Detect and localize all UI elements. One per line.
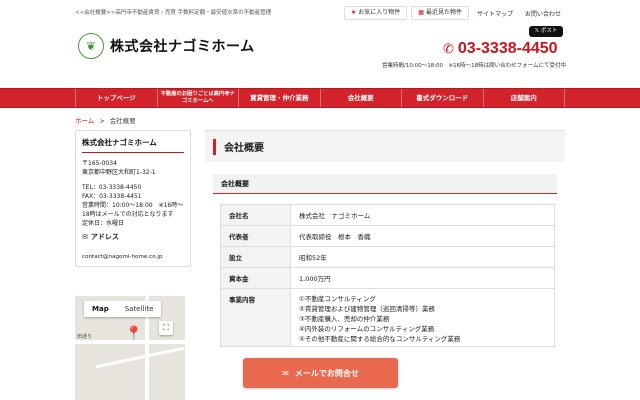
sidebar-hours: 営業時間：10:00〜18:00 ※16時〜18時はメールでの対応となります (82, 202, 184, 218)
recent-button[interactable]: ▦ 最近見た物件 (411, 6, 469, 20)
breadcrumb: ホーム > 会社概要 (75, 117, 136, 125)
google-map[interactable]: Map Satellite ⛶ 田通り 📍 (75, 296, 185, 400)
row-value: 代表取締役 根本 香織 (290, 225, 555, 247)
contact-link[interactable]: お問い合わせ (521, 9, 565, 18)
email-address[interactable]: contact@nagomi-home.co.jp (82, 254, 184, 260)
map-type-tabs: Map Satellite (84, 301, 162, 317)
row-value: 1,000万円 (290, 267, 555, 289)
row-key: 代表者 (220, 225, 291, 247)
row-key: 資本金 (220, 267, 291, 289)
mail-contact-button[interactable]: ✉ メールでお問合せ (243, 358, 398, 388)
envelope-icon: ✉ (282, 368, 289, 378)
site-tagline: <<会社概要>>高円寺不動産賃貸・売買 手数料定額・最安値水準の不動産管理 (75, 10, 272, 16)
star-icon: ★ (350, 9, 357, 16)
nav-rental[interactable]: 賃貸管理・仲介業務 (239, 89, 321, 107)
breadcrumb-current: 会社概要 (109, 117, 136, 125)
mail-icon: ✉ (82, 233, 88, 241)
company-table: 会社名 株式会社 ナゴミホーム 代表者 代表取締役 根本 香織 設立 昭和52年… (220, 204, 555, 347)
row-key: 設立 (220, 246, 291, 268)
table-row: 代表者 代表取締役 根本 香織 (220, 225, 555, 247)
map-tab[interactable]: Map (84, 301, 117, 317)
company-name: 株式会社ナゴミホーム (110, 39, 255, 55)
row-value: 株式会社 ナゴミホーム (290, 204, 555, 226)
row-key: 事業内容 (220, 288, 291, 347)
table-row: 会社名 株式会社 ナゴミホーム (220, 204, 555, 226)
favorites-button[interactable]: ★ お気に入り物件 (343, 6, 408, 20)
table-row: 設立 昭和52年 (220, 246, 555, 268)
postal-code: 〒165-0034 (82, 160, 117, 167)
main-nav: トップページ 不動産のお困りごとは高円寺ナゴミホームへ 賃貸管理・仲介業務 会社… (0, 88, 640, 108)
sidebar: 株式会社ナゴミホーム 〒165-0034 東京都中野区大和町1-32-1 TEL… (75, 130, 191, 267)
address: 東京都中野区大和町1-32-1 (82, 169, 156, 176)
nav-company[interactable]: 会社概要 (321, 89, 402, 107)
table-row: 資本金 1,000万円 (220, 267, 555, 289)
map-street-label: 田通り (77, 334, 93, 340)
fullscreen-icon[interactable]: ⛶ (159, 321, 173, 335)
x-post-button[interactable]: 𝕏 ポスト (529, 26, 563, 37)
row-value: 昭和52年 (290, 246, 555, 268)
map-pin-icon[interactable]: 📍 (125, 326, 142, 342)
nav-download[interactable]: 書式ダウンロード (402, 89, 484, 107)
table-row: 事業内容 ①不動産コンサルティング ②賃貸管理および建物管理（巡回清掃等）業務 … (220, 288, 555, 347)
business-list: ①不動産コンサルティング ②賃貸管理および建物管理（巡回清掃等）業務 ③不動産購… (290, 288, 555, 347)
page-title-bar: 会社概要 (205, 130, 565, 162)
row-key: 会社名 (220, 204, 291, 226)
leaf-logo-icon: ❦ (78, 33, 104, 59)
business-hours: 営業時間/10:00〜18:00 ※16時〜18時は問い合わせフォームにて受付中 (382, 63, 566, 69)
fax: FAX：03-3338-4451 (82, 193, 142, 200)
tel: TEL：03-3338-4450 (82, 184, 142, 191)
page-title: 会社概要 (224, 143, 264, 154)
main-content: 会社概要 会社概要 会社名 株式会社 ナゴミホーム 代表者 代表取締役 根本 香… (205, 130, 565, 347)
top-links: ★ お気に入り物件 ▦ 最近見た物件 サイトマップ お問い合わせ (343, 6, 565, 20)
phone-icon: ✆ (443, 41, 454, 57)
breadcrumb-home[interactable]: ホーム (75, 117, 94, 125)
phone-number[interactable]: ✆ 03-3338-4450 (443, 40, 558, 58)
section-title: 会社概要 (213, 174, 557, 194)
site-logo[interactable]: ❦ 株式会社ナゴミホーム (78, 33, 255, 59)
grid-icon: ▦ (418, 9, 424, 16)
sidebar-title: 株式会社ナゴミホーム (82, 137, 184, 153)
holiday: 定休日：水曜日 (82, 220, 125, 227)
sitemap-link[interactable]: サイトマップ (473, 9, 517, 18)
nav-top[interactable]: トップページ (75, 89, 158, 107)
nav-store[interactable]: 店舗案内 (484, 89, 565, 107)
satellite-tab[interactable]: Satellite (117, 301, 162, 317)
nav-trouble[interactable]: 不動産のお困りごとは高円寺ナゴミホームへ (158, 89, 239, 107)
address-heading: ✉ アドレス (82, 233, 119, 241)
